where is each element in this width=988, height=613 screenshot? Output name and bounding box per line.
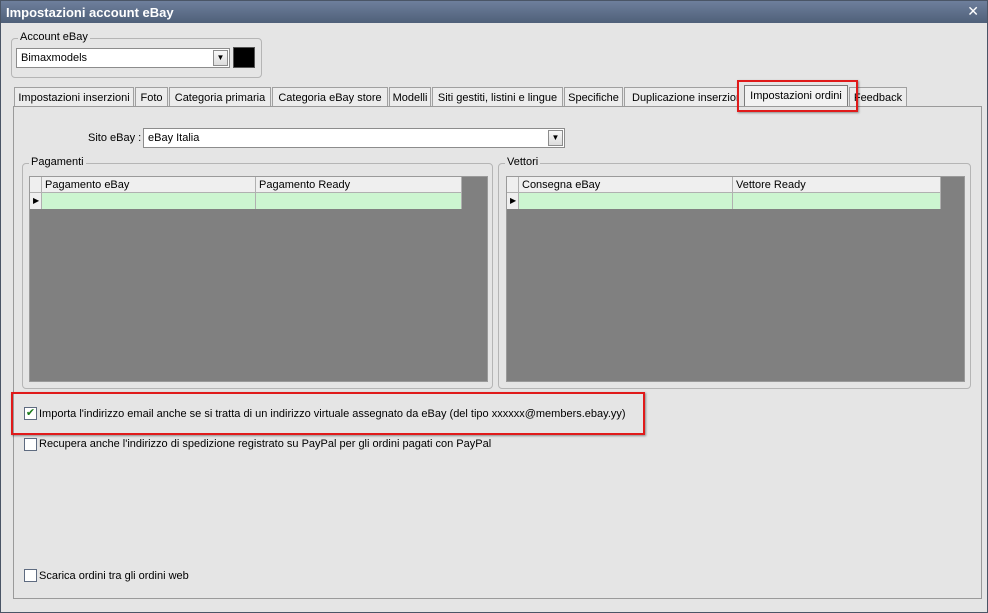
grid-corner <box>507 177 519 193</box>
tab-foto[interactable]: Foto <box>135 87 168 107</box>
paypal-address-label[interactable]: Recupera anche l'indirizzo di spedizione… <box>39 438 491 450</box>
payments-grid[interactable]: Pagamento eBay Pagamento Ready ▶ <box>29 176 488 382</box>
tab-modelli[interactable]: Modelli <box>389 87 431 107</box>
account-select-value: Bimaxmodels <box>21 52 88 64</box>
tab-categoria-ebay-store[interactable]: Categoria eBay store <box>272 87 388 107</box>
account-group-label: Account eBay <box>18 31 90 43</box>
tab-duplicazione-inserzioni[interactable]: Duplicazione inserzioni <box>624 87 739 107</box>
settings-window: Impostazioni account eBay ✕ Account eBay… <box>0 0 988 613</box>
site-select[interactable]: eBay Italia ▼ <box>143 128 565 148</box>
tab-siti-gestiti[interactable]: Siti gestiti, listini e lingue <box>432 87 563 107</box>
chevron-down-icon[interactable]: ▼ <box>213 50 228 66</box>
tab-impostazioni-inserzioni[interactable]: Impostazioni inserzioni <box>14 87 134 107</box>
window-title: Impostazioni account eBay <box>6 5 174 20</box>
row-pointer-icon: ▶ <box>507 193 519 209</box>
carriers-new-row-cell[interactable] <box>519 193 733 209</box>
site-select-value: eBay Italia <box>148 132 200 144</box>
payments-group-label: Pagamenti <box>29 156 86 168</box>
carriers-group-label: Vettori <box>505 156 541 168</box>
tab-categoria-primaria[interactable]: Categoria primaria <box>169 87 271 107</box>
grid-corner <box>30 177 42 193</box>
tab-impostazioni-ordini[interactable]: Impostazioni ordini <box>744 85 848 107</box>
payments-col-ebay[interactable]: Pagamento eBay <box>42 177 256 193</box>
payments-col-ready[interactable]: Pagamento Ready <box>256 177 462 193</box>
account-select[interactable]: Bimaxmodels ▼ <box>16 48 230 68</box>
row-pointer-icon: ▶ <box>30 193 42 209</box>
account-color-swatch[interactable] <box>233 47 255 68</box>
import-email-label[interactable]: Importa l'indirizzo email anche se si tr… <box>39 408 626 420</box>
paypal-address-checkbox[interactable] <box>24 438 37 451</box>
carriers-grid[interactable]: Consegna eBay Vettore Ready ▶ <box>506 176 965 382</box>
carriers-new-row-cell[interactable] <box>733 193 941 209</box>
payments-new-row-cell[interactable] <box>256 193 462 209</box>
site-label: Sito eBay : <box>88 132 142 144</box>
web-orders-checkbox[interactable] <box>24 569 37 582</box>
payments-new-row-cell[interactable] <box>42 193 256 209</box>
title-bar: Impostazioni account eBay ✕ <box>1 1 987 23</box>
chevron-down-icon[interactable]: ▼ <box>548 130 563 146</box>
close-icon[interactable]: ✕ <box>967 3 979 20</box>
carriers-col-ebay[interactable]: Consegna eBay <box>519 177 733 193</box>
import-email-checkbox[interactable]: ✔ <box>24 407 37 420</box>
carriers-col-ready[interactable]: Vettore Ready <box>733 177 941 193</box>
tab-feedback[interactable]: Feedback <box>849 87 907 107</box>
tab-specifiche[interactable]: Specifiche <box>564 87 623 107</box>
web-orders-label[interactable]: Scarica ordini tra gli ordini web <box>39 570 189 582</box>
